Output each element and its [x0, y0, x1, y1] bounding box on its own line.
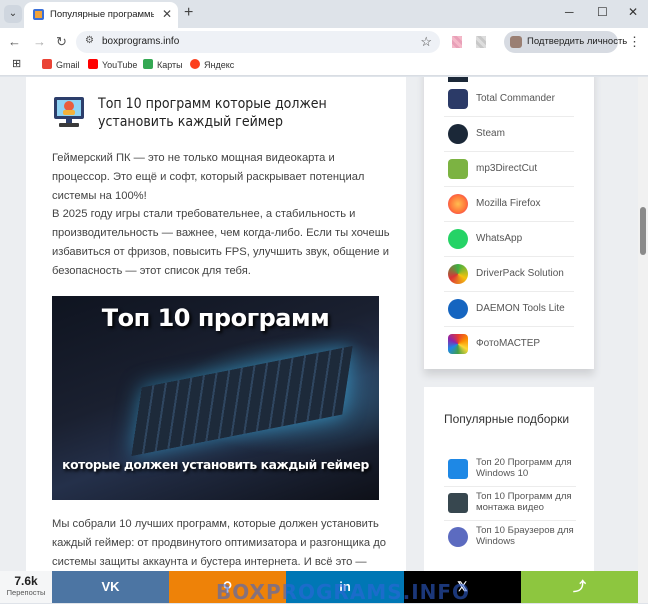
article-banner-image: Топ 10 программ которые должен установит… — [52, 296, 379, 500]
active-tab[interactable]: Популярные программы для П ✕ — [24, 2, 178, 28]
site-favicon-icon — [33, 9, 44, 20]
globe-icon — [448, 527, 468, 547]
avatar — [510, 36, 522, 48]
apps-icon[interactable]: ⊞ — [12, 57, 21, 70]
sidebar-programs: Total Commander Steam mp3DirectCut Mozil… — [424, 77, 594, 369]
bookmark-maps[interactable]: Карты — [143, 59, 183, 70]
sidebar-item-steam[interactable]: Steam — [444, 117, 574, 152]
share-count-label: Перепосты — [6, 588, 46, 597]
share-counter: 7.6k Перепосты — [0, 571, 52, 603]
sidebar-item-label: Total Commander — [476, 93, 555, 104]
gamer-icon — [54, 97, 84, 127]
sidebar-item-firefox[interactable]: Mozilla Firefox — [444, 187, 574, 222]
article-intro-1: Геймерский ПК — это не только мощная вид… — [52, 152, 365, 202]
sidebar-item-mp3directcut[interactable]: mp3DirectCut — [444, 152, 574, 187]
banner-heading: Топ 10 программ — [101, 304, 330, 332]
popular-item-label: Топ 20 Программ для Windows 10 — [476, 457, 572, 479]
maps-icon — [143, 59, 153, 69]
daemon-tools-icon — [448, 299, 468, 319]
scrollbar-thumb[interactable] — [640, 207, 646, 255]
bookmark-label: YouTube — [102, 60, 138, 70]
bookmark-yandex[interactable]: Яндекс — [190, 59, 234, 70]
floppy-disk-icon — [448, 89, 468, 109]
sidebar-item-total-commander[interactable]: Total Commander — [444, 82, 574, 117]
firefox-icon — [448, 194, 468, 214]
extension-icon[interactable] — [452, 36, 462, 48]
site-info-icon[interactable]: ⚙ — [85, 35, 94, 46]
tab-strip: ⌄ Популярные программы для П ✕ + ─ ☐ ✕ — [0, 0, 648, 28]
maximize-button[interactable]: ☐ — [597, 5, 608, 19]
popular-item-label: Топ 10 Программ для монтажа видео — [476, 491, 572, 513]
audio-edit-icon — [448, 159, 468, 179]
browser-chrome: ⌄ Популярные программы для П ✕ + ─ ☐ ✕ ←… — [0, 0, 648, 78]
page-viewport: Топ 10 программ которые должен установит… — [0, 77, 638, 603]
youtube-icon — [88, 59, 98, 69]
banner-subheading: которые должен установить каждый геймер — [62, 458, 369, 472]
forward-button[interactable]: → — [33, 34, 46, 49]
article-intro-2: В 2025 году игры стали требовательнее, а… — [52, 208, 390, 277]
gmail-icon — [42, 59, 52, 69]
windows-icon — [448, 459, 468, 479]
fotomaster-icon — [448, 334, 468, 354]
popular-item-browsers[interactable]: Топ 10 Браузеров для Windows — [444, 521, 576, 555]
share-icon: ⤴ — [572, 579, 586, 594]
driverpack-icon — [448, 264, 468, 284]
sidebar-item-label: DriverPack Solution — [476, 268, 564, 279]
article: Топ 10 программ которые должен установит… — [26, 77, 406, 603]
bookmark-label: Gmail — [56, 60, 80, 70]
share-count: 7.6k — [14, 574, 38, 588]
whatsapp-icon — [448, 229, 468, 249]
yandex-icon — [190, 59, 200, 69]
popular-item-video-editing[interactable]: Топ 10 Программ для монтажа видео — [444, 487, 576, 521]
close-window-button[interactable]: ✕ — [628, 5, 638, 19]
article-outro: Мы собрали 10 лучших программ, которые д… — [52, 518, 386, 568]
film-icon — [448, 493, 468, 513]
popular-heading: Популярные подборки — [444, 412, 570, 426]
menu-icon[interactable]: ⋮ — [628, 34, 641, 50]
new-tab-button[interactable]: + — [184, 4, 193, 22]
sidebar-item-fotomaster[interactable]: ФотоМАСТЕР — [444, 327, 574, 362]
tab-close-icon[interactable]: ✕ — [162, 7, 172, 21]
sidebar-item-label: Steam — [476, 128, 505, 139]
sidebar-item-driverpack[interactable]: DriverPack Solution — [444, 257, 574, 292]
popular-item-windows10[interactable]: Топ 20 Программ для Windows 10 — [444, 453, 576, 487]
share-more-button[interactable]: ⤴ — [521, 571, 638, 603]
url-text[interactable]: boxprograms.info — [102, 36, 179, 47]
sidebar-item-label: WhatsApp — [476, 233, 523, 244]
vk-icon: VK — [101, 579, 120, 594]
bookmark-label: Яндекс — [204, 60, 235, 70]
profile-button[interactable]: Подтвердить личность — [504, 31, 627, 53]
sidebar-item-label: Mozilla Firefox — [476, 198, 541, 209]
sidebar-item-whatsapp[interactable]: WhatsApp — [444, 222, 574, 257]
bookmark-star-icon[interactable]: ☆ — [420, 34, 432, 50]
address-bar[interactable]: ⚙ boxprograms.info ☆ — [76, 31, 440, 53]
watermark: BOXPROGRAMS.INFO — [216, 580, 471, 604]
back-button[interactable]: ← — [8, 34, 21, 49]
popular-item-label: Топ 10 Браузеров для Windows — [476, 525, 574, 547]
minimize-button[interactable]: ─ — [565, 5, 574, 19]
extension-icon[interactable] — [476, 36, 486, 48]
sidebar-item-label: DAEMON Tools Lite — [476, 303, 565, 314]
sidebar-item-label: mp3DirectCut — [476, 163, 538, 174]
sidebar-item-label: ФотоМАСТЕР — [476, 338, 541, 349]
sidebar-item-daemon-tools[interactable]: DAEMON Tools Lite — [444, 292, 574, 327]
reload-button[interactable]: ↻ — [56, 34, 67, 50]
toolbar: ← → ↻ ⚙ boxprograms.info ☆ Подтвердить л… — [0, 28, 648, 56]
profile-label: Подтвердить личность — [527, 36, 628, 47]
bookmarks-bar: ⊞ Gmail YouTube Карты Яндекс — [0, 56, 648, 76]
tab-search-button[interactable]: ⌄ — [4, 5, 22, 23]
steam-icon — [448, 124, 468, 144]
article-title: Топ 10 программ которые должен установит… — [98, 96, 327, 130]
bookmark-gmail[interactable]: Gmail — [42, 59, 80, 70]
page-scrollbar[interactable] — [638, 77, 648, 603]
bookmark-youtube[interactable]: YouTube — [88, 59, 137, 70]
share-vk-button[interactable]: VK — [52, 571, 169, 603]
tab-title: Популярные программы для П — [50, 9, 154, 20]
bookmark-label: Карты — [157, 60, 183, 70]
